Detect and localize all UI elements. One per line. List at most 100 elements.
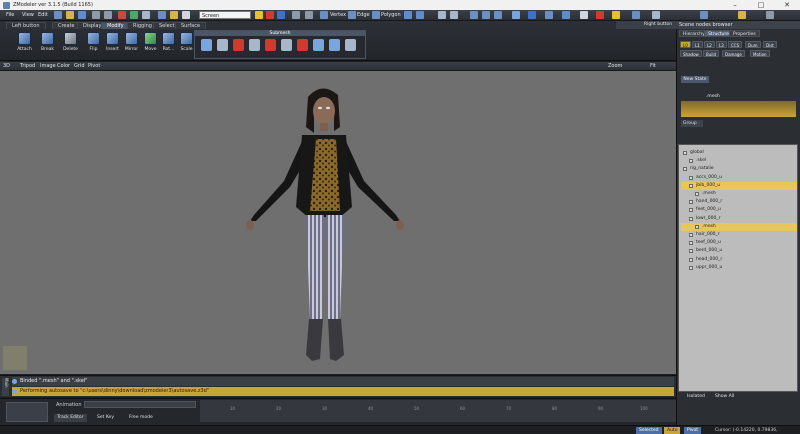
lod-chip-l1[interactable]: L1 <box>692 41 703 48</box>
new-state-button[interactable]: New State <box>681 76 709 83</box>
attach-tool[interactable]: Attach <box>16 32 33 52</box>
view3-icon[interactable] <box>494 11 502 19</box>
vertex-mode-label[interactable]: Vertex <box>330 12 346 18</box>
tree-node[interactable]: .mesh <box>681 190 797 198</box>
tree-node[interactable]: jbib_000_u <box>681 181 797 190</box>
tree-node[interactable]: lowr_000_r <box>681 215 797 223</box>
animation-select[interactable] <box>84 401 196 408</box>
grid-snap-icon[interactable] <box>305 11 313 19</box>
checkbox-icon[interactable] <box>689 175 693 180</box>
checkbox-icon[interactable] <box>689 159 693 164</box>
warning-icon[interactable] <box>612 11 620 19</box>
mirror-tool[interactable]: Mirror <box>123 32 140 52</box>
viewport-menu-color[interactable]: Color <box>57 63 70 69</box>
save-icon[interactable] <box>78 11 86 19</box>
viewport-menu-grid[interactable]: Grid <box>74 63 85 69</box>
light-icon[interactable] <box>512 11 520 19</box>
viewport-menu-tripod[interactable]: Tripod <box>20 63 35 69</box>
pivot-indicator[interactable]: Pivot <box>684 427 702 434</box>
lod-chip-l3[interactable]: L3 <box>716 41 727 48</box>
scale-tool[interactable]: Scale <box>178 32 195 52</box>
panel-icon[interactable] <box>700 11 708 19</box>
checkbox-icon[interactable] <box>689 257 693 262</box>
submesh-collapse-icon[interactable] <box>297 39 308 51</box>
checkbox-icon[interactable] <box>683 167 687 172</box>
tree-node[interactable]: global <box>681 149 797 157</box>
tree-node[interactable]: rig_natalie <box>681 165 797 173</box>
tree-node[interactable]: hair_000_r <box>681 231 797 239</box>
snap-icon[interactable] <box>292 11 300 19</box>
checkbox-icon[interactable] <box>689 241 693 246</box>
cursor-icon[interactable] <box>182 11 190 19</box>
wire-icon[interactable] <box>580 11 588 19</box>
error-icon[interactable] <box>596 11 604 19</box>
playback-controls[interactable] <box>6 402 48 422</box>
object-mode-icon[interactable] <box>404 11 412 19</box>
helper-icon[interactable] <box>545 11 553 19</box>
rotate-tool[interactable]: Rot... <box>160 32 177 52</box>
view-icon[interactable] <box>470 11 478 19</box>
tree-node[interactable]: berd_000_u <box>681 247 797 255</box>
tree-node[interactable]: accs_000_u <box>681 174 797 182</box>
lod-chip-ccs[interactable]: CCS <box>728 41 743 48</box>
close-button[interactable]: ✕ <box>776 0 798 10</box>
checkbox-icon[interactable] <box>689 265 693 270</box>
submesh-optimize-icon[interactable] <box>345 39 356 51</box>
checkbox-icon[interactable] <box>689 233 693 237</box>
free-mode-button[interactable]: Free mode <box>126 414 156 422</box>
settings-icon[interactable] <box>652 11 660 19</box>
motion-chip[interactable]: Motion <box>750 50 770 57</box>
polygon-mode-label[interactable]: Polygon <box>381 12 401 18</box>
axis-x-icon[interactable] <box>255 11 263 19</box>
tree-node[interactable]: teef_000_u <box>681 239 797 247</box>
tree-node[interactable]: .skel <box>681 157 797 165</box>
redo-icon[interactable] <box>104 11 112 19</box>
build-chip[interactable]: Build <box>703 50 720 57</box>
shadow-chip[interactable]: Shadow <box>680 50 702 57</box>
move-tool[interactable]: Move <box>142 32 159 52</box>
menu-view[interactable]: View <box>22 12 34 18</box>
tab-modify[interactable]: Modify <box>101 22 130 29</box>
tree-node[interactable]: .mesh <box>681 222 797 231</box>
break-tool[interactable]: Break <box>39 32 56 52</box>
submesh-smooth-icon[interactable] <box>313 39 324 51</box>
delete-tool[interactable]: Delete <box>62 32 79 52</box>
coordinate-space-select[interactable]: Screen <box>199 11 251 19</box>
menu-edit[interactable]: Edit <box>38 12 48 18</box>
insert-tool[interactable]: Insert <box>104 32 121 52</box>
checkbox-icon[interactable] <box>689 249 693 254</box>
tree-node[interactable]: hand_000_r <box>681 198 797 206</box>
tree-node[interactable]: head_000_r <box>681 256 797 264</box>
lod-chip-l0[interactable]: L0 <box>680 41 691 48</box>
checkbox-icon[interactable] <box>689 216 693 221</box>
layout-icon[interactable] <box>738 11 746 19</box>
select-icon[interactable] <box>158 11 166 19</box>
render-icon[interactable] <box>118 11 126 19</box>
menu-file[interactable]: File <box>6 12 14 18</box>
edge-mode-icon[interactable] <box>348 11 356 19</box>
submesh-weld-icon[interactable] <box>249 39 260 51</box>
checkbox-icon[interactable] <box>695 192 699 196</box>
lock-icon[interactable] <box>170 11 178 19</box>
track-editor-button[interactable]: Track Editor <box>54 414 87 422</box>
damage-chip[interactable]: Damage <box>722 50 745 57</box>
texture-icon[interactable] <box>142 11 150 19</box>
filter-icon[interactable] <box>438 11 446 19</box>
auto-indicator[interactable]: Auto <box>664 427 681 434</box>
maximize-button[interactable]: □ <box>750 0 772 10</box>
checkbox-icon[interactable] <box>689 183 693 188</box>
timeline-ruler[interactable]: 10 20 30 40 50 60 70 80 90 100 <box>200 400 676 422</box>
submesh-bevel-icon[interactable] <box>217 39 228 51</box>
submesh-extrude-icon[interactable] <box>201 39 212 51</box>
undo-icon[interactable] <box>92 11 100 19</box>
submesh-tessellate-icon[interactable] <box>329 39 340 51</box>
polygon-mode-icon[interactable] <box>372 11 380 19</box>
log-side-tab[interactable]: Main <box>2 378 9 396</box>
flip-tool[interactable]: Flip <box>85 32 102 52</box>
view2-icon[interactable] <box>482 11 490 19</box>
lod-chip-dum[interactable]: Dum <box>745 41 761 48</box>
mesh-node-bar[interactable] <box>681 101 796 117</box>
right-button-selector[interactable]: Right button <box>616 21 676 29</box>
checkbox-icon[interactable] <box>689 208 693 213</box>
bone-icon[interactable] <box>528 11 536 19</box>
